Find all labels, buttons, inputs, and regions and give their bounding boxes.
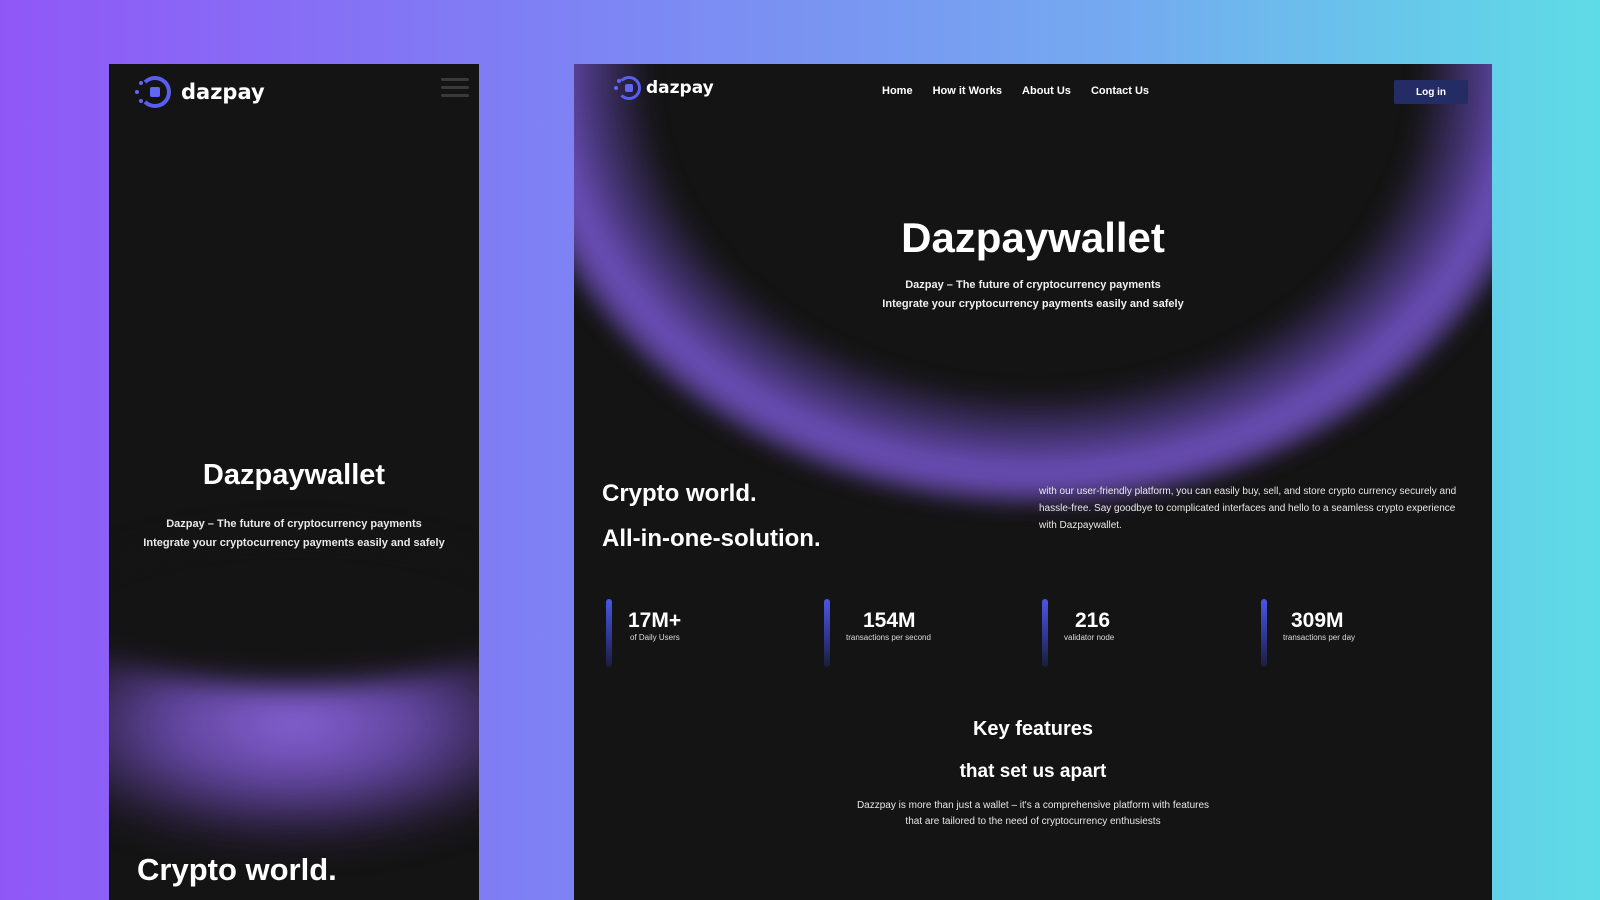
section-paragraph: with our user-friendly platform, you can… <box>1039 486 1457 531</box>
nav-home[interactable]: Home <box>882 85 913 97</box>
mobile-hero-title: Dazpaywallet <box>202 459 386 491</box>
key-features-title: Key features <box>972 718 1094 740</box>
desktop-hero-subtitle: Dazpay – The future of cryptocurrency pa… <box>574 276 1492 314</box>
stat-accent-bar <box>606 599 612 667</box>
mobile-hero-line1: Dazpay – The future of cryptocurrency pa… <box>166 518 422 530</box>
desktop-logo[interactable]: dazpay <box>614 73 714 103</box>
mobile-glow-mask <box>109 534 479 684</box>
stat-accent-bar <box>1042 599 1048 667</box>
stat-value: 17M+ <box>628 609 682 632</box>
login-button[interactable]: Log in <box>1394 80 1468 104</box>
desktop-hero-line1: Dazpay – The future of cryptocurrency pa… <box>905 279 1161 291</box>
stat-label: validator node <box>1064 633 1115 642</box>
main-nav: Home How it Works About Us Contact Us <box>882 85 1149 97</box>
mobile-mockup: dazpay Dazpaywallet Dazpay – The future … <box>109 64 479 900</box>
stat-accent-bar <box>824 599 830 667</box>
mobile-header: dazpay <box>109 64 479 124</box>
stat-label: of Daily Users <box>630 633 680 642</box>
key-features-description: Dazzpay is more than just a wallet – it'… <box>574 798 1492 830</box>
stat-value: 309M <box>1291 609 1344 632</box>
desktop-mockup: dazpay Home How it Works About Us Contac… <box>574 64 1492 900</box>
mobile-hero-line2: Integrate your cryptocurrency payments e… <box>143 537 445 549</box>
stat-label: transactions per day <box>1283 633 1356 642</box>
dazpay-logo-icon <box>135 72 175 112</box>
stats-row: 17M+ of Daily Users 154M transactions pe… <box>606 599 1466 669</box>
mobile-hero-subtitle: Dazpay – The future of cryptocurrency pa… <box>109 515 479 553</box>
mobile-logo[interactable]: dazpay <box>135 72 265 112</box>
dazpay-logo-icon <box>614 73 644 103</box>
nav-how-it-works[interactable]: How it Works <box>933 85 1002 97</box>
section-title-all-in-one: All-in-one-solution. <box>602 525 821 552</box>
desktop-hero-title: Dazpaywallet <box>901 214 1165 261</box>
stat-label: transactions per second <box>846 633 931 642</box>
section-title-crypto-world: Crypto world. <box>602 480 757 507</box>
desktop-hero-line2: Integrate your cryptocurrency payments e… <box>882 298 1184 310</box>
key-features-subtitle: that set us apart <box>959 761 1107 782</box>
mobile-section-title: Crypto world. <box>137 852 337 887</box>
stat-value: 216 <box>1075 609 1111 632</box>
key-features-line2: that are tailored to the need of cryptoc… <box>905 816 1161 827</box>
desktop-navbar: dazpay Home How it Works About Us Contac… <box>574 64 1492 120</box>
stat-accent-bar <box>1261 599 1267 667</box>
nav-about-us[interactable]: About Us <box>1022 85 1071 97</box>
key-features-line1: Dazzpay is more than just a wallet – it'… <box>856 800 1210 811</box>
nav-contact-us[interactable]: Contact Us <box>1091 85 1149 97</box>
hamburger-menu-icon[interactable] <box>441 78 469 98</box>
mobile-logo-text: dazpay <box>181 80 265 104</box>
desktop-logo-text: dazpay <box>646 78 714 98</box>
stat-value: 154M <box>863 609 916 632</box>
